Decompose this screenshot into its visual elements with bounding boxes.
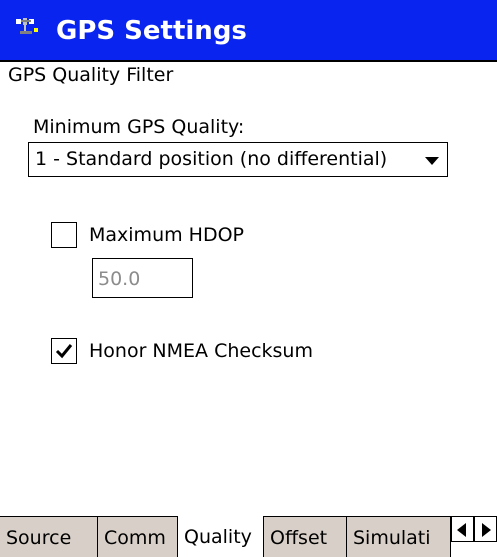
max-hdop-label: Maximum HDOP xyxy=(89,224,244,246)
tab-simulation[interactable]: Simulati xyxy=(347,516,451,557)
section-title: GPS Quality Filter xyxy=(8,64,174,86)
tab-scroll-right-button[interactable] xyxy=(474,516,497,542)
tab-quality[interactable]: Quality xyxy=(178,516,264,557)
tab-label: Quality xyxy=(184,526,252,548)
tab-bar: Source Comm Quality Offset Simulati xyxy=(0,516,497,557)
honor-checksum-checkbox[interactable] xyxy=(51,338,77,364)
tab-scroll-left-button[interactable] xyxy=(451,516,474,542)
window-title: GPS Settings xyxy=(56,16,247,46)
checkmark-icon xyxy=(55,344,73,359)
max-hdop-input[interactable]: 50.0 xyxy=(92,258,193,298)
scroll-left-icon xyxy=(457,523,466,537)
tab-comm[interactable]: Comm xyxy=(98,516,178,557)
satellite-antenna-icon xyxy=(16,18,38,34)
tab-source[interactable]: Source xyxy=(0,516,98,557)
max-hdop-value: 50.0 xyxy=(98,268,141,290)
min-quality-value: 1 - Standard position (no differential) xyxy=(35,148,388,170)
max-hdop-checkbox[interactable] xyxy=(51,222,77,248)
tab-offset[interactable]: Offset xyxy=(264,516,347,557)
chevron-down-icon[interactable] xyxy=(425,157,439,165)
min-quality-label: Minimum GPS Quality: xyxy=(33,116,245,138)
tab-label: Source xyxy=(6,527,72,549)
title-bar: GPS Settings xyxy=(0,0,497,62)
tab-label: Simulati xyxy=(353,527,431,549)
min-quality-dropdown[interactable]: 1 - Standard position (no differential) xyxy=(28,142,448,177)
tab-label: Offset xyxy=(270,527,328,549)
scroll-right-icon xyxy=(482,523,491,537)
honor-checksum-label: Honor NMEA Checksum xyxy=(89,340,313,362)
tab-label: Comm xyxy=(104,527,166,549)
